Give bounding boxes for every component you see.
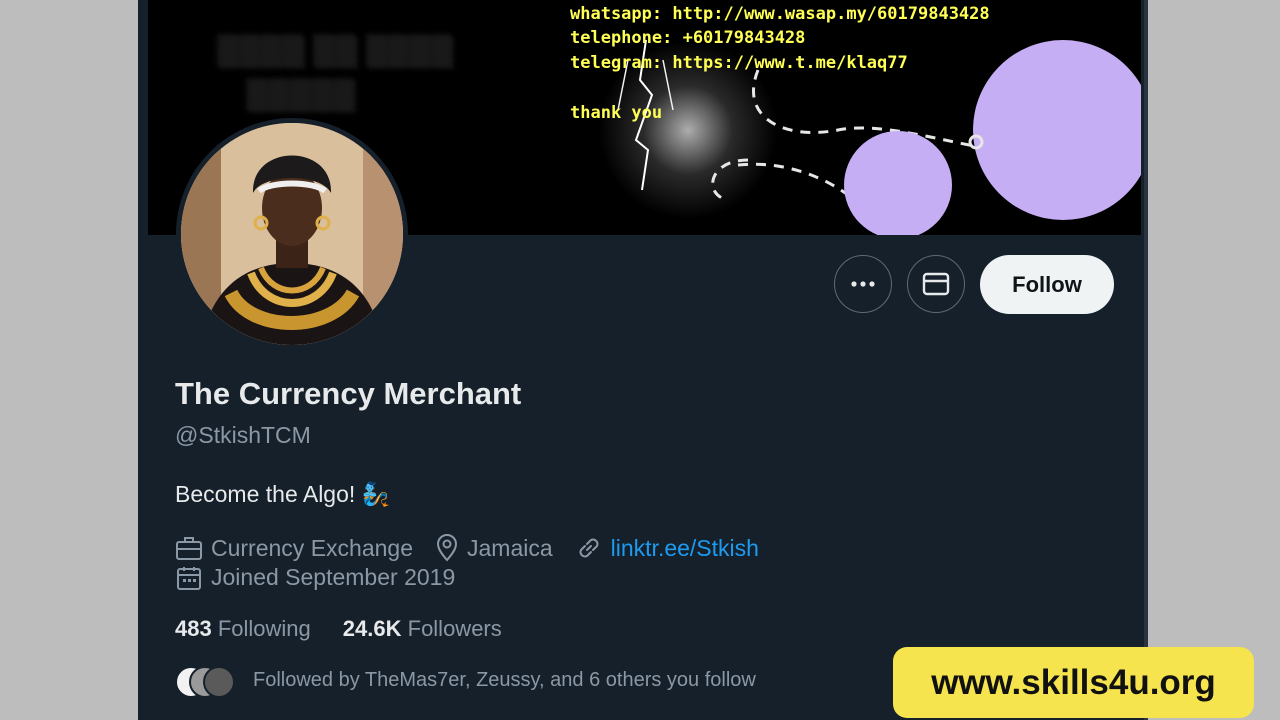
profile-handle: @StkishTCM [175,422,311,448]
profile-category: Currency Exchange [175,535,413,562]
follow-button[interactable]: Follow [980,255,1114,314]
profile-name: The Currency Merchant [175,376,522,411]
category-label: Currency Exchange [211,534,413,561]
banner-telephone: telephone: +60179843428 [570,28,806,48]
message-icon [922,272,950,296]
location-pin-icon [436,534,458,562]
profile-website[interactable]: linktr.ee/Stkish [575,534,759,562]
avatar-image [181,123,403,345]
profile-location: Jamaica [435,534,553,562]
link-icon [579,538,599,558]
calendar-icon [177,566,201,590]
banner-telegram: telegram: https://www.t.me/klaq77 [570,53,908,73]
banner-thank-you: thank you [570,103,663,123]
followers-label: Followers [407,616,502,641]
website-link[interactable]: linktr.ee/Stkish [611,535,759,562]
followed-by-text: Followed by TheMas7er, Zeussy, and 6 oth… [253,668,756,691]
banner-whatsapp: whatsapp: http://www.wasap.my/6017984342… [570,4,990,24]
briefcase-icon [176,537,202,560]
frame-edge [1144,0,1148,720]
joined-item: Joined September 2019 [175,564,455,591]
profile-page: ▒▒▒▒ ▒▒ ▒▒▒▒ ▒▒▒▒▒ whatsapp: http://www.… [138,0,1148,720]
message-button[interactable] [907,255,965,313]
profile-meta: Currency Exchange Jamaica linktr.ee/Stki… [175,534,781,562]
following-label: Following [217,616,311,641]
following-stat[interactable]: 483 Following [175,616,311,642]
followed-by-avatars [175,664,235,698]
profile-joined: Joined September 2019 [175,564,477,591]
watermark-banner: www.skills4u.org [893,647,1254,718]
followers-stat[interactable]: 24.6K Followers [343,616,502,642]
following-count: 483 [175,616,212,641]
location-label: Jamaica [467,534,553,561]
mini-avatar [203,666,235,698]
follow-stats: 483 Following 24.6K Followers [175,616,534,642]
avatar[interactable] [176,118,408,350]
joined-label: Joined September 2019 [211,564,456,590]
followers-count: 24.6K [342,616,402,641]
profile-bio: Become the Algo! 🧞 [175,481,391,507]
more-icon [851,281,875,287]
more-button[interactable] [834,255,892,313]
followed-by[interactable]: Followed by TheMas7er, Zeussy, and 6 oth… [175,664,756,698]
